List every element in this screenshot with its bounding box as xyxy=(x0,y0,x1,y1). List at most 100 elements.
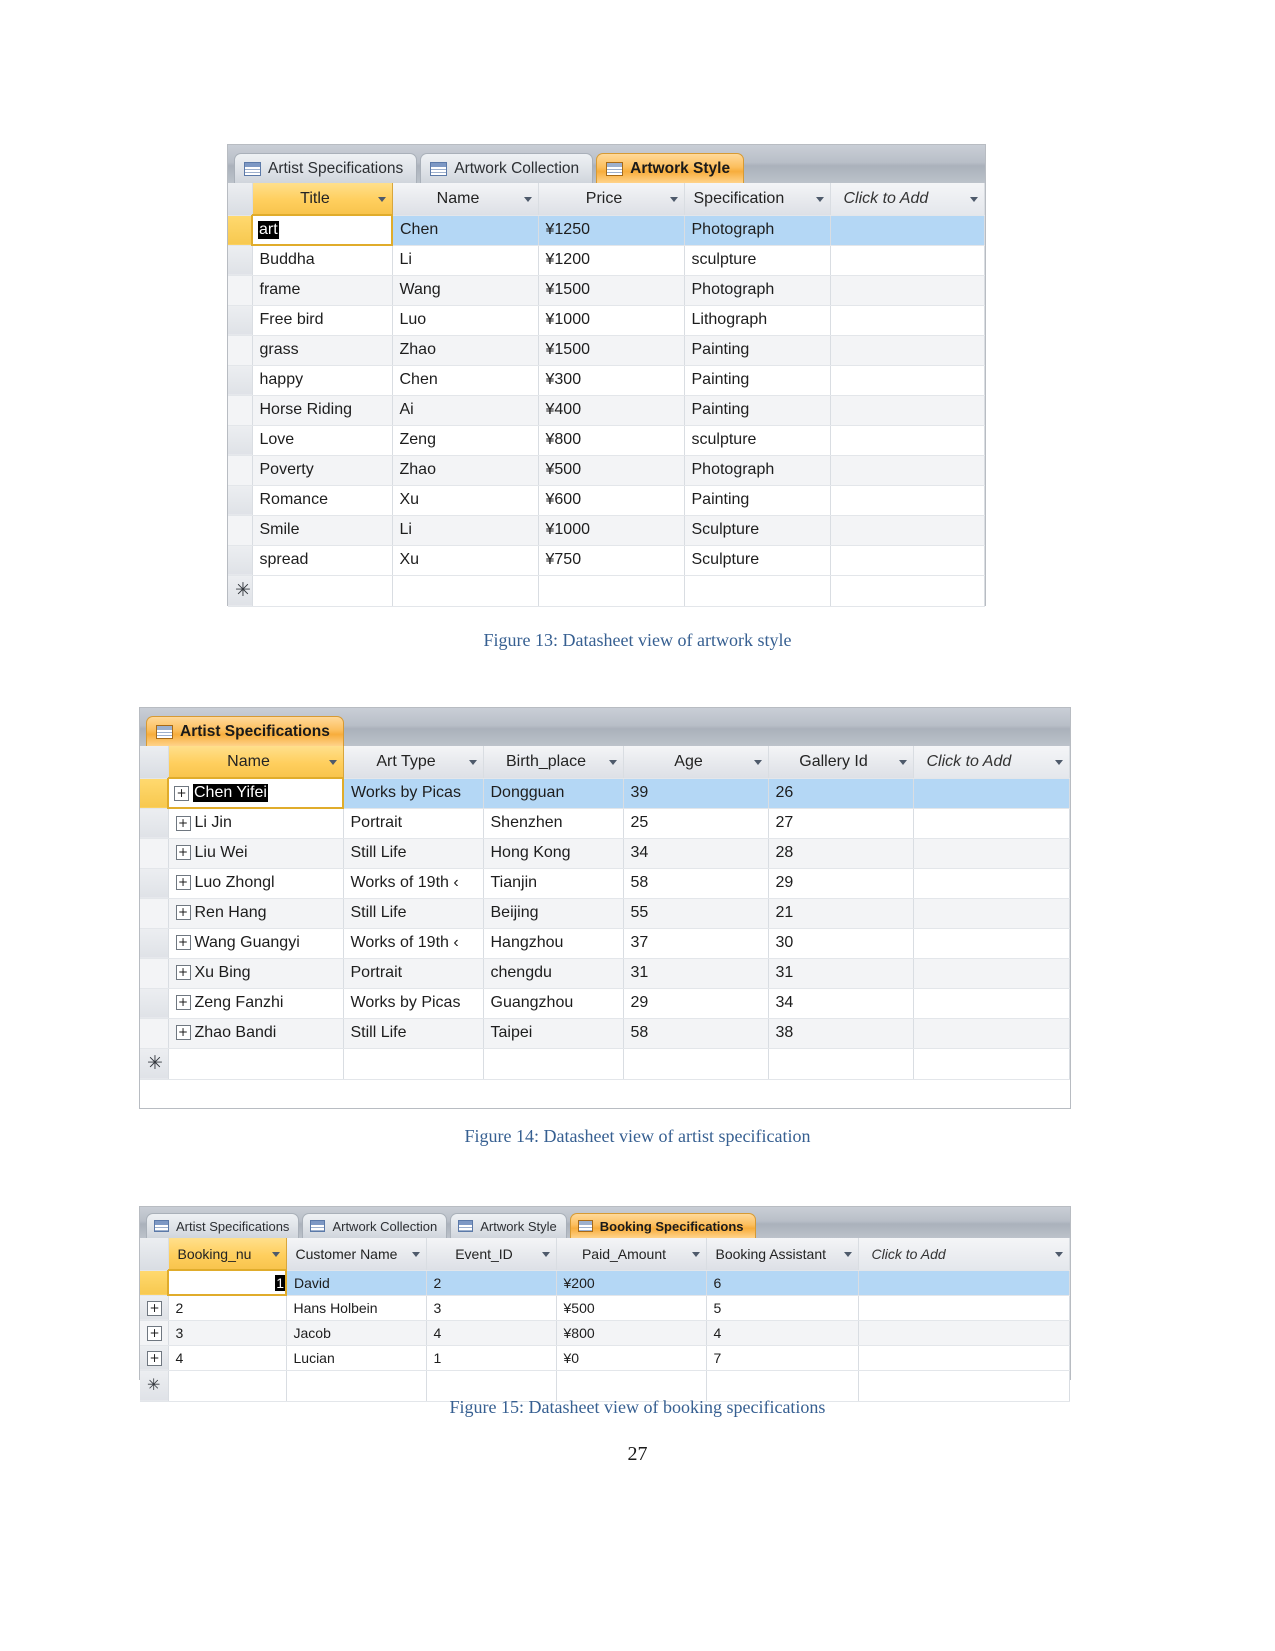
select-all-corner[interactable] xyxy=(140,1238,169,1271)
cell-art-type[interactable]: Works by Picas xyxy=(343,778,484,809)
cell-name[interactable]: + Xu Bing xyxy=(168,958,344,989)
tab-artwork-style[interactable]: Artwork Style xyxy=(596,153,745,183)
cell-customer-name[interactable]: Jacob xyxy=(286,1320,427,1346)
table-row[interactable]: Horse Riding Ai ¥400 Painting xyxy=(228,395,985,426)
chevron-down-icon[interactable] xyxy=(753,759,762,765)
column-header-customer-name[interactable]: Customer Name xyxy=(286,1238,427,1271)
cell-age[interactable]: 55 xyxy=(623,898,769,929)
row-selector[interactable] xyxy=(228,425,253,456)
table-row[interactable]: Love Zeng ¥800 sculpture xyxy=(228,425,985,456)
cell-name[interactable]: + Zhao Bandi xyxy=(168,1018,344,1049)
row-selector[interactable] xyxy=(228,485,253,516)
cell-booking-assistant[interactable]: 6 xyxy=(706,1270,859,1296)
cell-specification[interactable]: sculpture xyxy=(684,425,831,456)
cell-empty[interactable] xyxy=(913,778,1070,809)
column-header-title[interactable]: Title xyxy=(252,183,393,216)
cell-empty[interactable] xyxy=(858,1295,1070,1321)
table-row[interactable]: grass Zhao ¥1500 Painting xyxy=(228,335,985,366)
cell-customer-name[interactable]: Lucian xyxy=(286,1345,427,1371)
cell-specification[interactable]: Sculpture xyxy=(684,515,831,546)
cell-paid-amount[interactable]: ¥200 xyxy=(556,1270,707,1296)
cell-gallery-id[interactable]: 27 xyxy=(768,808,914,839)
cell-booking-assistant[interactable]: 4 xyxy=(706,1320,859,1346)
column-header-specification[interactable]: Specification xyxy=(684,183,831,216)
cell-age[interactable]: 25 xyxy=(623,808,769,839)
expand-record-icon[interactable]: + xyxy=(175,845,191,861)
cell-age[interactable]: 58 xyxy=(623,868,769,899)
cell-empty[interactable] xyxy=(830,515,985,546)
chevron-down-icon[interactable] xyxy=(898,759,907,765)
cell-specification[interactable]: Painting xyxy=(684,335,831,366)
cell-empty[interactable] xyxy=(830,215,985,246)
row-selector[interactable]: + xyxy=(140,1320,169,1346)
cell-specification[interactable]: Lithograph xyxy=(684,305,831,336)
expand-record-icon[interactable]: + xyxy=(174,785,189,801)
cell-booking-assistant[interactable]: 5 xyxy=(706,1295,859,1321)
column-header-name[interactable]: Name xyxy=(168,746,344,779)
cell-birth-place[interactable]: Tianjin xyxy=(483,868,624,899)
tab-artwork-collection[interactable]: Artwork Collection xyxy=(302,1213,448,1238)
table-row[interactable]: art Chen ¥1250 Photograph xyxy=(228,214,985,246)
cell-art-type[interactable]: Works by Picas xyxy=(343,988,484,1019)
cell-gallery-id[interactable]: 38 xyxy=(768,1018,914,1049)
tab-artist-specifications[interactable]: Artist Specifications xyxy=(234,153,418,183)
expand-record-icon[interactable]: + xyxy=(147,1300,162,1316)
cell-price[interactable]: ¥600 xyxy=(538,485,685,516)
row-selector[interactable] xyxy=(228,245,253,276)
cell-title[interactable]: Horse Riding xyxy=(252,395,393,426)
cell-customer-name[interactable]: David xyxy=(286,1270,427,1296)
chevron-down-icon[interactable] xyxy=(1055,1251,1063,1257)
cell-birth-place-new[interactable] xyxy=(483,1048,624,1080)
cell-art-type[interactable]: Portrait xyxy=(343,958,484,989)
cell-gallery-id[interactable]: 31 xyxy=(768,958,914,989)
cell-name[interactable]: Luo xyxy=(392,305,539,336)
cell-empty[interactable] xyxy=(858,1270,1070,1296)
cell-booking-assistant[interactable]: 7 xyxy=(706,1345,859,1371)
row-selector[interactable] xyxy=(228,305,253,336)
column-header-event-id[interactable]: Event_ID xyxy=(426,1238,557,1271)
cell-birth-place[interactable]: Dongguan xyxy=(483,778,624,809)
cell-empty[interactable] xyxy=(913,1018,1070,1049)
cell-name[interactable]: Xu xyxy=(392,545,539,576)
cell-age[interactable]: 58 xyxy=(623,1018,769,1049)
cell-name[interactable]: Li xyxy=(392,515,539,546)
cell-price[interactable]: ¥1000 xyxy=(538,515,685,546)
cell-title[interactable]: Poverty xyxy=(252,455,393,486)
cell-price[interactable]: ¥1500 xyxy=(538,335,685,366)
cell-specification[interactable]: Painting xyxy=(684,485,831,516)
cell-title[interactable]: frame xyxy=(252,275,393,306)
cell-empty[interactable] xyxy=(858,1345,1070,1371)
new-record-marker[interactable]: ✳ xyxy=(228,575,253,607)
tab-artwork-style[interactable]: Artwork Style xyxy=(450,1213,567,1238)
column-header-birth-place[interactable]: Birth_place xyxy=(483,746,624,779)
cell-title[interactable]: happy xyxy=(252,365,393,396)
table-row[interactable]: + 2 Hans Holbein 3 ¥500 5 xyxy=(140,1295,1070,1321)
cell-empty[interactable] xyxy=(830,395,985,426)
row-selector[interactable] xyxy=(140,958,169,989)
cell-name-new[interactable] xyxy=(392,575,539,607)
cell-name[interactable]: Zeng xyxy=(392,425,539,456)
cell-title[interactable]: Free bird xyxy=(252,305,393,336)
row-selector[interactable] xyxy=(228,515,253,546)
column-header-price[interactable]: Price xyxy=(538,183,685,216)
cell-price[interactable]: ¥300 xyxy=(538,365,685,396)
chevron-down-icon[interactable] xyxy=(843,1251,852,1257)
table-row[interactable]: spread Xu ¥750 Sculpture xyxy=(228,545,985,576)
chevron-down-icon[interactable] xyxy=(328,759,337,765)
row-selector[interactable] xyxy=(140,868,169,899)
column-header-booking-number[interactable]: Booking_nu xyxy=(168,1238,287,1271)
cell-price[interactable]: ¥500 xyxy=(538,455,685,486)
cell-art-type-new[interactable] xyxy=(343,1048,484,1080)
cell-title[interactable]: Smile xyxy=(252,515,393,546)
cell-name[interactable]: Wang xyxy=(392,275,539,306)
table-row[interactable]: + Wang Guangyi Works of 19th ‹ Hangzhou 3… xyxy=(140,928,1070,959)
cell-empty[interactable] xyxy=(913,928,1070,959)
cell-name[interactable]: + Ren Hang xyxy=(168,898,344,929)
row-selector[interactable] xyxy=(140,778,169,809)
table-row[interactable]: + Zeng Fanzhi Works by Picas Guangzhou 29… xyxy=(140,988,1070,1019)
new-record-row[interactable]: ✳ xyxy=(140,1048,1070,1080)
row-selector[interactable] xyxy=(140,988,169,1019)
cell-age[interactable]: 31 xyxy=(623,958,769,989)
cell-art-type[interactable]: Still Life xyxy=(343,898,484,929)
row-selector[interactable] xyxy=(228,275,253,306)
